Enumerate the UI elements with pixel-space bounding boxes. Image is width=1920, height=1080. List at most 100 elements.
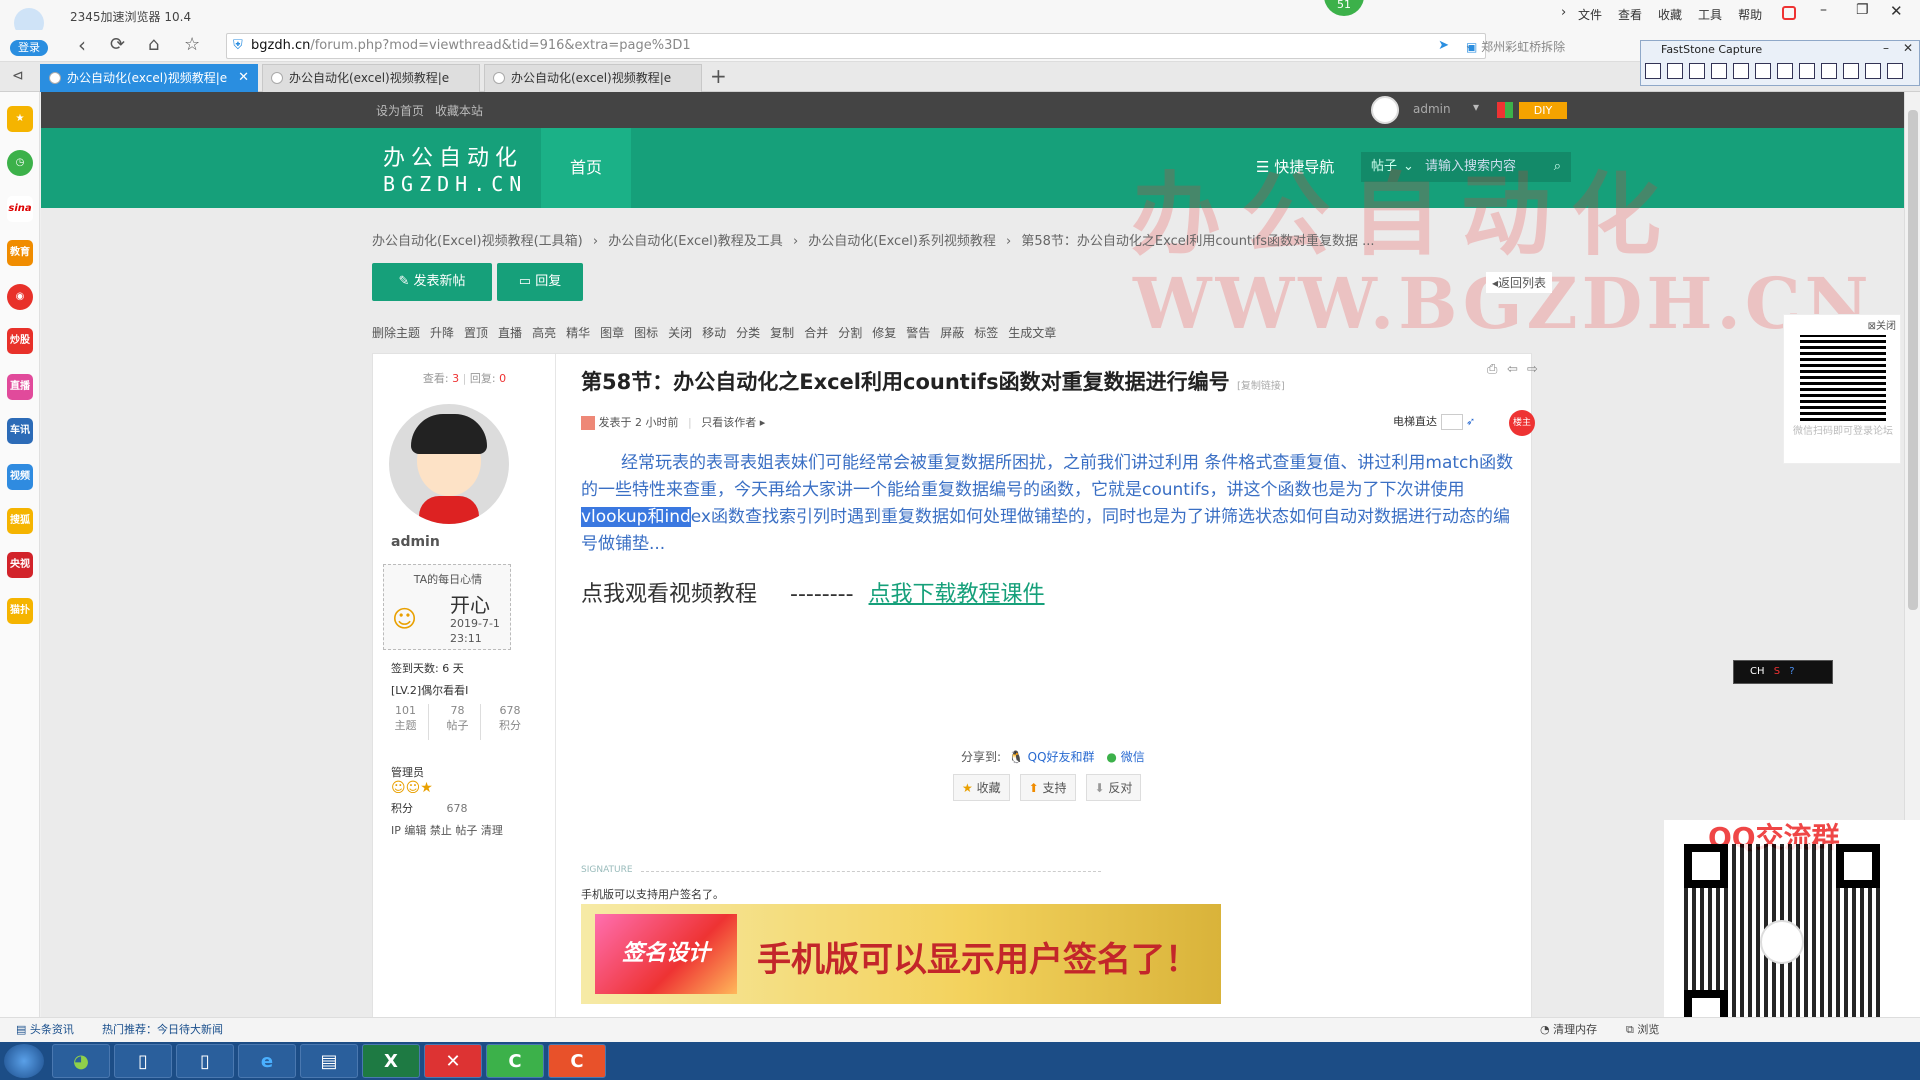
scroll-thumb[interactable] [1908,110,1918,610]
tool-highlight[interactable]: 高亮 [532,324,556,341]
ad-link[interactable]: ▣ 郑州彩虹桥拆除 [1466,38,1565,55]
stat-value[interactable]: 101 [383,704,428,717]
menu-favorites[interactable]: 收藏 [1658,6,1682,23]
avatar[interactable] [1371,96,1399,124]
rail-cars-icon[interactable]: 车讯 [7,418,33,444]
tool-block[interactable]: 屏蔽 [940,324,964,341]
rail-favorites-icon[interactable]: ★ [7,106,33,132]
minimize-button[interactable]: – [1820,2,1827,18]
skin-icon[interactable] [1782,6,1796,20]
chevron-right-icon[interactable]: › [1561,5,1566,20]
tool-stamp[interactable]: 图章 [600,324,624,341]
clean-memory-button[interactable]: ◔ 清理内存 [1540,1018,1597,1042]
nav-home[interactable]: 首页 [541,128,631,208]
tool-delete[interactable]: 删除主题 [372,324,420,341]
faststone-pin-icon[interactable]: – [1883,41,1889,55]
diy-button[interactable]: DIY [1519,102,1567,119]
tool-repair[interactable]: 修复 [872,324,896,341]
elevator-go-icon[interactable]: ➶ [1466,415,1475,428]
home-icon[interactable]: ⌂ [148,34,159,55]
tool-move[interactable]: 移动 [702,324,726,341]
tab-3[interactable]: 办公自动化(excel)视频教程|e [484,64,702,92]
rail-cctv-icon[interactable]: 央视 [7,552,33,578]
breadcrumb-item[interactable]: 第58节：办公自动化之Excel利用countifs函数对重复数据 ... [1021,234,1374,249]
tool-copy[interactable]: 复制 [770,324,794,341]
support-button[interactable]: ⬆ 支持 [1019,774,1076,801]
tool-merge[interactable]: 合并 [804,324,828,341]
taskbar-ie-icon[interactable]: e [238,1044,296,1078]
menu-tools[interactable]: 工具 [1698,6,1722,23]
tool-category[interactable]: 分类 [736,324,760,341]
taskbar-excel-icon[interactable]: X [362,1044,420,1078]
author-name[interactable]: admin [391,534,440,550]
rail-sohu-icon[interactable]: 搜狐 [7,508,33,534]
new-post-button[interactable]: ✎ 发表新帖 [372,263,492,301]
tab-1[interactable]: 办公自动化(excel)视频教程|e ✕ [40,64,258,92]
favorite-button[interactable]: ★ 收藏 [953,774,1010,801]
print-icon[interactable]: ⎙ [1487,362,1497,377]
share-wechat-link[interactable]: 微信 [1121,750,1145,764]
site-logo[interactable]: 办公自动化 BGZDH.CN [383,140,527,196]
breadcrumb-item[interactable]: 办公自动化(Excel)系列视频教程 [808,234,996,249]
login-button[interactable]: 登录 [10,40,48,56]
breadcrumb-item[interactable]: 办公自动化(Excel)教程及工具 [608,234,783,249]
faststone-close-icon[interactable]: ✕ [1903,41,1913,55]
refresh-icon[interactable]: ⟳ [110,34,125,55]
watch-video-link[interactable]: 点我观看视频教程 [581,582,757,607]
sidebar-toggle-icon[interactable]: ⊲ [12,68,24,84]
ime-bar[interactable]: CH S ? [1733,660,1833,684]
rail-history-icon[interactable]: ◷ [7,150,33,176]
menu-help[interactable]: 帮助 [1738,6,1762,23]
news-link[interactable]: ▤ 头条资讯 [16,1018,74,1042]
rocket-icon[interactable]: ➤ [1438,34,1449,58]
new-tab-button[interactable]: + [710,64,727,88]
back-to-list-link[interactable]: ◂返回列表 [1486,272,1553,293]
admin-user-tools[interactable]: IP 编辑 禁止 帖子 清理 [391,822,503,838]
oppose-button[interactable]: ⬇ 反对 [1085,774,1142,801]
close-tab-icon[interactable]: ✕ [238,65,249,91]
taskbar-file-icon[interactable]: ▯ [114,1044,172,1078]
stat-value[interactable]: 678 [487,704,533,717]
start-button[interactable] [4,1044,44,1078]
share-qq-link[interactable]: QQ好友和群 [1028,750,1095,764]
reply-button[interactable]: ▭ 回复 [497,263,583,301]
rail-sina-icon[interactable]: sina [7,196,33,222]
breadcrumb-item[interactable]: 办公自动化(Excel)视频教程(工具箱) [372,234,583,249]
tab-2[interactable]: 办公自动化(excel)视频教程|e [262,64,480,92]
taskbar-xmind-icon[interactable]: ✕ [424,1044,482,1078]
tool-split[interactable]: 分割 [838,324,862,341]
rail-education-icon[interactable]: 教育 [7,240,33,266]
browse-button[interactable]: ⧉ 浏览 [1626,1018,1659,1042]
qr-close-button[interactable]: ⊠关闭 [1868,317,1896,332]
stat-value[interactable]: 78 [435,704,480,717]
tool-stick[interactable]: 置顶 [464,324,488,341]
rail-mop-icon[interactable]: 猫扑 [7,598,33,624]
star-icon[interactable]: ☆ [184,34,200,55]
tool-digest[interactable]: 精华 [566,324,590,341]
author-avatar[interactable] [389,404,509,524]
tool-tag[interactable]: 标签 [974,324,998,341]
download-link[interactable]: 点我下载教程课件 [869,582,1045,607]
rail-stocks-icon[interactable]: 炒股 [7,328,33,354]
tool-warn[interactable]: 警告 [906,324,930,341]
taskbar-blank-icon[interactable]: ▯ [176,1044,234,1078]
rail-video-icon[interactable]: 视频 [7,464,33,490]
rail-weibo-icon[interactable]: ◉ [7,284,33,310]
capture-tools[interactable] [1645,63,1915,83]
username-link[interactable]: admin [1413,102,1451,116]
green-badge[interactable]: 51 [1324,0,1364,16]
menu-file[interactable]: 文件 [1578,6,1602,23]
elevator-input[interactable] [1440,414,1463,430]
prev-icon[interactable]: ⇦ [1507,362,1518,377]
copy-link[interactable]: [复制链接] [1237,381,1285,392]
tool-bump[interactable]: 升降 [430,324,454,341]
selected-text[interactable]: vlookup和ind [581,507,691,527]
close-window-button[interactable]: ✕ [1890,2,1903,20]
tool-article[interactable]: 生成文章 [1008,324,1056,341]
tool-icon[interactable]: 图标 [634,324,658,341]
author-only-link[interactable]: 只看该作者 [701,416,756,429]
rail-live-icon[interactable]: 直播 [7,374,33,400]
hot-news-link[interactable]: 热门推荐：今日待大新闻 [102,1018,223,1042]
bookmark-site-link[interactable]: 收藏本站 [435,102,483,119]
maximize-button[interactable]: ❐ [1856,2,1869,18]
